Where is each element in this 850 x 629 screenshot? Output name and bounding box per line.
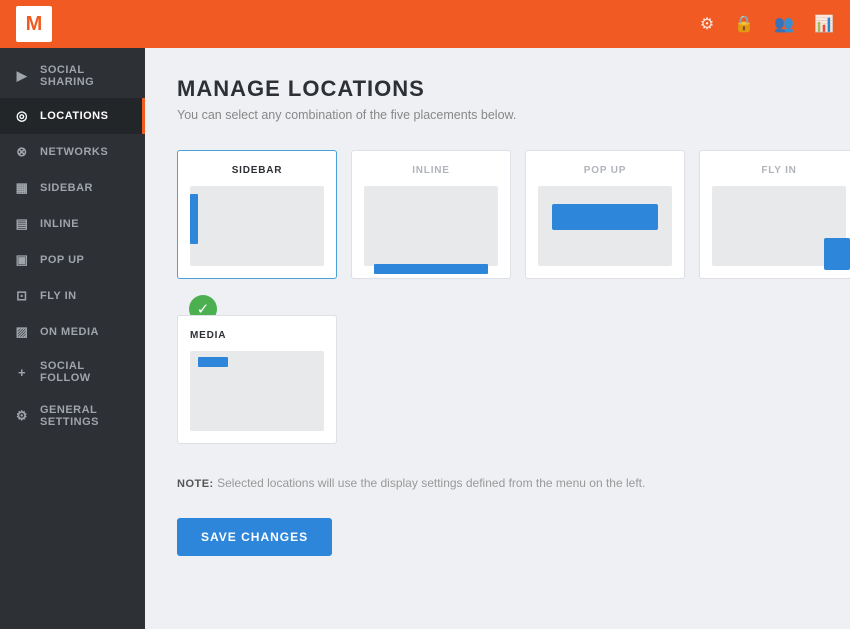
media-card-preview: [190, 351, 324, 431]
social-sharing-icon: ▶: [14, 68, 30, 84]
sidebar-item-flyin[interactable]: ⊡ Fly In: [0, 278, 145, 314]
content-area: MANAGE LOCATIONS You can select any comb…: [145, 48, 850, 629]
social-follow-icon: +: [14, 365, 30, 380]
note-text: Selected locations will use the display …: [217, 476, 645, 490]
sidebar-item-locations[interactable]: ◎ Locations: [0, 98, 145, 134]
popup-preview-box: [552, 204, 658, 230]
flyin-preview-box: [824, 238, 850, 270]
inline-card-label: INLINE: [364, 165, 498, 176]
sidebar-label-general-settings: General Settings: [40, 404, 131, 428]
popup-card-preview: [538, 186, 672, 266]
popup-card-label: POP UP: [538, 165, 672, 176]
media-location-card[interactable]: MEDIA: [177, 315, 337, 444]
sidebar-item-general-settings[interactable]: ⚙ General Settings: [0, 394, 145, 438]
sidebar-label-social-sharing: Social Sharing: [40, 64, 131, 88]
sidebar-preview-bar: [190, 194, 198, 244]
lock-icon[interactable]: 🔒: [734, 14, 754, 34]
sidebar-item-social-sharing[interactable]: ▶ Social Sharing: [0, 54, 145, 98]
sidebar-label-networks: Networks: [40, 146, 131, 158]
sidebar-card-preview: [190, 186, 324, 266]
on-media-icon: ▨: [14, 324, 30, 340]
header-icons: ⚙ 🔒 👥 📊: [700, 14, 834, 34]
sidebar-item-on-media[interactable]: ▨ On Media: [0, 314, 145, 350]
flyin-location-card[interactable]: FLY IN: [699, 150, 850, 279]
sidebar-label-inline: Inline: [40, 218, 131, 230]
sidebar-item-inline[interactable]: ▤ Inline: [0, 206, 145, 242]
flyin-card-preview: [712, 186, 846, 266]
sidebar-location-card[interactable]: SIDEBAR: [177, 150, 337, 279]
page-subtitle: You can select any combination of the fi…: [177, 108, 818, 122]
sidebar-label-social-follow: Social Follow: [40, 360, 131, 384]
inline-card-preview: [364, 186, 498, 266]
save-changes-button[interactable]: SAVE CHANGES: [177, 518, 332, 556]
note-section: NOTE: Selected locations will use the di…: [177, 476, 818, 490]
second-cards-row: MEDIA: [177, 315, 818, 444]
popup-icon: ▣: [14, 252, 30, 268]
sidebar-nav-icon: ▦: [14, 180, 30, 196]
sidebar-label-sidebar: Sidebar: [40, 182, 131, 194]
sidebar-card-label: SIDEBAR: [190, 165, 324, 176]
chart-icon[interactable]: 📊: [814, 14, 834, 34]
sidebar-label-on-media: On Media: [40, 326, 131, 338]
page-title: MANAGE LOCATIONS: [177, 76, 818, 102]
sidebar-item-popup[interactable]: ▣ Pop Up: [0, 242, 145, 278]
media-card-label: MEDIA: [190, 330, 226, 341]
gear-icon[interactable]: ⚙: [700, 14, 714, 34]
inline-preview-bar: [374, 264, 488, 274]
locations-icon: ◎: [14, 108, 30, 124]
general-settings-icon: ⚙: [14, 408, 30, 424]
sidebar: ▶ Social Sharing ◎ Locations ⊗ Networks …: [0, 48, 145, 629]
networks-icon: ⊗: [14, 144, 30, 160]
logo: M: [16, 6, 52, 42]
flyin-icon: ⊡: [14, 288, 30, 304]
sidebar-label-locations: Locations: [40, 110, 131, 122]
location-cards-row: SIDEBAR INLINE POP UP F: [177, 150, 818, 279]
sidebar-item-networks[interactable]: ⊗ Networks: [0, 134, 145, 170]
sidebar-item-social-follow[interactable]: + Social Follow: [0, 350, 145, 394]
main-layout: ▶ Social Sharing ◎ Locations ⊗ Networks …: [0, 48, 850, 629]
top-header: M ⚙ 🔒 👥 📊: [0, 0, 850, 48]
media-preview-bar: [198, 357, 228, 367]
sidebar-label-popup: Pop Up: [40, 254, 131, 266]
popup-location-card[interactable]: POP UP: [525, 150, 685, 279]
sidebar-item-sidebar[interactable]: ▦ Sidebar: [0, 170, 145, 206]
sidebar-label-flyin: Fly In: [40, 290, 131, 302]
inline-icon: ▤: [14, 216, 30, 232]
flyin-card-label: FLY IN: [712, 165, 846, 176]
inline-location-card[interactable]: INLINE: [351, 150, 511, 279]
note-label: NOTE:: [177, 478, 214, 490]
users-icon[interactable]: 👥: [774, 14, 794, 34]
